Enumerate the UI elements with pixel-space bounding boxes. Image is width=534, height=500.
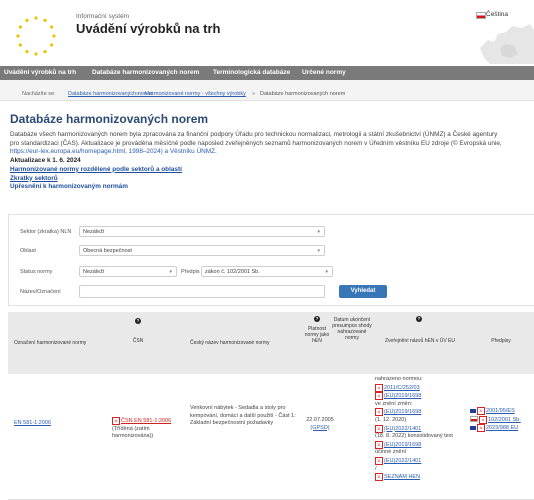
publication-line: nahrazeno normou: — [375, 376, 423, 382]
validity-date: 22.07.2005 — [306, 417, 334, 423]
nav-item-designated[interactable]: Určené normy — [302, 69, 346, 76]
link-abbreviations[interactable]: Zkratky sektorů — [10, 175, 534, 184]
table-row: EN 581-1:2006 A ČSN EN 581-1:2006 (Tříděn… — [8, 374, 534, 500]
link-sectors[interactable]: Harmonizované normy rozdělené podle sekt… — [10, 166, 534, 175]
pdf-icon: A — [375, 424, 383, 433]
system-title[interactable]: Uvádění výrobků na trh — [76, 21, 220, 36]
col-czech-name[interactable]: Český název harmonizované normy — [190, 340, 300, 346]
publication-link[interactable]: 2011/C/252/03 — [384, 385, 420, 391]
chevron-down-icon: ▾ — [317, 229, 320, 235]
validity-cell: 22.07.2005 (GPSD) — [305, 417, 335, 432]
info-icon[interactable]: ? — [374, 316, 464, 322]
breadcrumb-current: Databáze harmonizovaných norem — [260, 91, 346, 97]
col-presumption[interactable]: Datum ukončení presumpce shody nahrazova… — [332, 317, 372, 341]
regulation-link[interactable]: 2023/988 EU — [486, 425, 518, 431]
intro-line[interactable]: https://eur-lex.europa.eu/homepage.html,… — [10, 148, 534, 157]
czech-name: Venkovní nábytek - Sedadla a stoly pro k… — [190, 405, 296, 427]
col-publication[interactable]: Zveřejnění názvů hEN v ÚV EU — [374, 338, 466, 344]
publication-link[interactable]: (EU)2019/1698 — [384, 409, 421, 415]
publication-link[interactable]: (EU)2022/1401 — [384, 426, 421, 432]
breadcrumb-sep: » — [136, 91, 140, 97]
intro-line: Databáze všech harmonizovaných norem byl… — [10, 131, 498, 138]
eu-flag-icon — [470, 408, 476, 413]
table-header: Označení harmonizované normy ? ČSN Český… — [8, 312, 534, 374]
pdf-icon: A — [375, 440, 383, 449]
page-title: Databáze harmonizovaných norem — [10, 112, 209, 126]
search-form: Sektor (zkratka) NLN Nezáleží ▾ Oblast Ob… — [8, 214, 534, 306]
area-select[interactable]: Obecná bezpečnost ▾ — [79, 245, 325, 256]
language-selector[interactable]: Čeština — [486, 11, 508, 18]
chevron-down-icon: ▾ — [317, 248, 320, 254]
publication-line: účinné znění — [375, 449, 407, 456]
czech-flag-icon — [470, 416, 478, 423]
pdf-icon: A — [479, 415, 487, 424]
regulation-link[interactable]: 2001/95/ES — [486, 408, 515, 414]
regulation-select[interactable]: zákon č. 102/2001 Sb. ▾ — [201, 266, 333, 277]
status-select[interactable]: Nezáleží ▾ — [79, 266, 177, 277]
pdf-icon: A — [112, 417, 120, 425]
publication-line: (18. 8. 2022) konsolidovaný text — [375, 433, 453, 440]
csn-note: (Tříděná (zatím harmonizována)) — [112, 425, 154, 440]
sector-select[interactable]: Nezáleží ▾ — [79, 226, 325, 237]
csn-link[interactable]: ČSN EN 581-1:2006 — [121, 418, 171, 424]
col-designation[interactable]: Označení harmonizované normy — [14, 340, 102, 346]
breadcrumb: Nacházíte se: Databáze harmonizovaných n… — [0, 80, 534, 101]
area-label: Oblast — [20, 248, 36, 254]
name-input[interactable] — [79, 285, 325, 298]
main-nav: Uvádění výrobků na trh Databáze harmoniz… — [0, 66, 534, 80]
breadcrumb-item-1[interactable]: Databáze harmonizovaných norem — [68, 91, 153, 97]
info-icon[interactable]: ? — [308, 316, 326, 322]
pdf-icon: A — [477, 424, 485, 433]
nav-item-terminology[interactable]: Terminologická databáze — [213, 69, 290, 76]
pdf-icon: A — [375, 392, 383, 401]
publication-line: ve znění změn: — [375, 400, 413, 407]
pdf-icon: A — [375, 408, 383, 417]
breadcrumb-prefix: Nacházíte se: — [22, 91, 56, 97]
col-validity[interactable]: Platnost normy jako hEN — [302, 326, 332, 344]
europe-map-icon — [480, 24, 534, 64]
publication-link[interactable]: (EU)2019/1698 — [384, 393, 421, 399]
csn-cell: A ČSN EN 581-1:2006 (Tříděná (zatím harmo… — [112, 417, 192, 441]
intro-block: Databáze všech harmonizovaných norem byl… — [10, 131, 534, 192]
pdf-icon: A — [477, 407, 485, 415]
breadcrumb-item-2[interactable]: Harmonizované normy - všechny výrobky — [145, 91, 246, 97]
pdf-icon: A — [375, 456, 383, 465]
validity-note[interactable]: (GPSD) — [310, 425, 329, 431]
publication-link[interactable]: (EU)2022/1401 — [384, 458, 421, 464]
eu-flag-icon — [470, 425, 476, 430]
info-icon[interactable]: ? — [118, 318, 158, 324]
chevron-down-icon: ▾ — [169, 269, 172, 275]
designation-link[interactable]: EN 581-1:2006 — [14, 420, 51, 428]
link-clarification[interactable]: Upřesnění k harmonizovaným normám — [10, 183, 534, 192]
col-csn[interactable]: ČSN — [118, 338, 158, 344]
publication-line: / — [375, 465, 377, 472]
nav-item-market[interactable]: Uvádění výrobků na trh — [4, 69, 76, 76]
publication-cell: nahrazeno normou: A 2011/C/252/03 A (EU)20… — [375, 376, 471, 482]
nav-item-harmonized-db[interactable]: Databáze harmonizovaných norem — [92, 69, 199, 76]
pdf-icon: A — [375, 473, 383, 482]
site-header: Informační systém Uvádění výrobků na trh… — [0, 0, 534, 66]
publication-link[interactable]: (EU)2019/1698 — [384, 442, 421, 448]
search-button[interactable]: Vyhledat — [339, 285, 387, 298]
update-date: Aktualizace k 1. 6. 2024 — [10, 157, 81, 165]
publication-link[interactable]: SEZNAM HEN — [384, 474, 420, 480]
chevron-down-icon: ▾ — [325, 269, 328, 275]
sector-label: Sektor (zkratka) NLN — [20, 229, 72, 235]
regulation-link[interactable]: 102/2001 Sb. — [488, 417, 521, 423]
regulations-cell: A 2001/95/ES A 102/2001 Sb. A 2023/988 EU — [470, 407, 534, 433]
status-label: Status normy — [20, 269, 53, 275]
regulation-label: Předpis — [181, 269, 200, 275]
eu-stars-icon — [16, 16, 56, 56]
pdf-icon: A — [375, 383, 383, 392]
system-subtitle: Informační systém — [76, 13, 130, 20]
publication-line: (1. 12. 2020) — [375, 416, 407, 423]
col-regulations[interactable]: Předpisy — [476, 338, 526, 344]
name-label: Název/Označení — [20, 289, 61, 295]
breadcrumb-sep: » — [252, 91, 256, 97]
